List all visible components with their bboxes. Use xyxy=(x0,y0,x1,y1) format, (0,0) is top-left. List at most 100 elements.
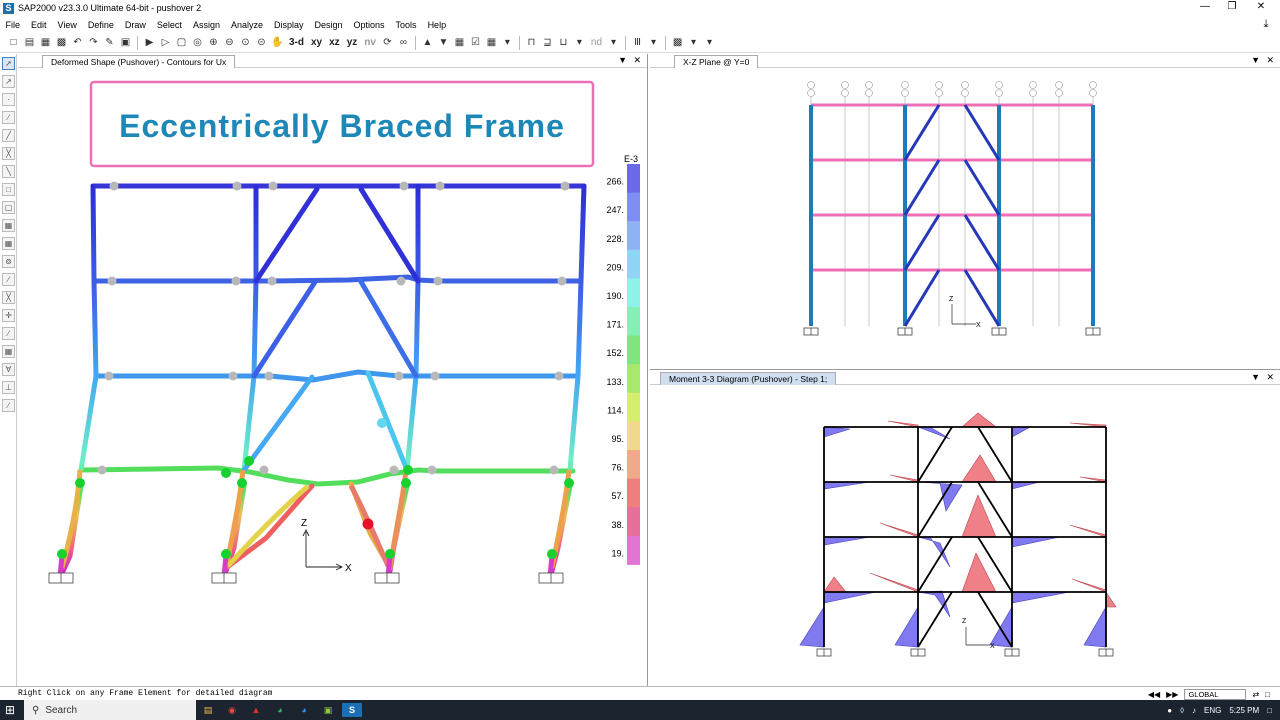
menu-analyze[interactable]: Analyze xyxy=(225,20,268,30)
perspective-icon[interactable]: ∞ xyxy=(396,35,411,50)
pan-icon[interactable]: ✋ xyxy=(270,35,285,50)
sap2000-taskbar-icon[interactable]: S xyxy=(342,703,362,717)
edge-icon[interactable]: ◕ xyxy=(270,703,290,717)
open-file-icon[interactable]: ▤ xyxy=(22,35,37,50)
network-icon[interactable]: ◊ xyxy=(1180,706,1184,715)
deformed-shape-canvas[interactable]: Eccentrically Braced Frame Z X E-3266.24… xyxy=(18,68,648,686)
frame-line-icon[interactable]: ⊒ xyxy=(540,35,555,50)
menu-view[interactable]: View xyxy=(52,20,82,30)
quick-draw-frame-icon[interactable]: ╱ xyxy=(2,129,15,142)
select-previous-icon[interactable]: ⊚ xyxy=(2,255,15,268)
zoom-restore-icon[interactable]: ◎ xyxy=(190,35,205,50)
intersecting-line-icon[interactable]: ╳ xyxy=(2,291,15,304)
nd-button[interactable]: nd xyxy=(588,35,605,50)
area-dropdown-icon[interactable]: ▾ xyxy=(686,35,701,50)
more-icon[interactable]: ▾ xyxy=(702,35,717,50)
bluetooth-icon[interactable]: ● xyxy=(1167,706,1172,715)
nd-dropdown-icon[interactable]: ▾ xyxy=(606,35,621,50)
frame-shape-icon[interactable]: ⊓ xyxy=(524,35,539,50)
draw-area-icon[interactable]: □ xyxy=(2,183,15,196)
tab-moment-diagram[interactable]: Moment 3-3 Diagram (Pushover) - Step 1; xyxy=(660,372,837,385)
snap-line-icon[interactable]: ∕ xyxy=(2,327,15,340)
step-icon[interactable]: ▷ xyxy=(158,35,173,50)
lock-icon[interactable]: ▣ xyxy=(118,35,133,50)
refresh-icon[interactable]: ✎ xyxy=(102,35,117,50)
menu-select[interactable]: Select xyxy=(151,20,187,30)
frame-dropdown-icon[interactable]: ▾ xyxy=(572,35,587,50)
grid-icon[interactable]: ▦ xyxy=(484,35,499,50)
draw-frame-icon[interactable]: ∕ xyxy=(2,111,15,124)
quick-area-icon[interactable]: ▦ xyxy=(2,219,15,232)
quick-draw-brace-icon[interactable]: ╲ xyxy=(2,165,15,178)
coord-system-select[interactable]: GLOBAL xyxy=(1184,689,1247,700)
view-xz-button[interactable]: xz xyxy=(326,35,343,50)
menu-edit[interactable]: Edit xyxy=(26,20,53,30)
menu-tools[interactable]: Tools xyxy=(390,20,422,30)
run-analysis-icon[interactable]: ▶ xyxy=(142,35,157,50)
clear-selection-icon[interactable]: ∕ xyxy=(2,273,15,286)
zoom-window-icon[interactable]: ▢ xyxy=(174,35,189,50)
tab-deformed-shape[interactable]: Deformed Shape (Pushover) - Contours for… xyxy=(42,55,236,68)
menu-options[interactable]: Options xyxy=(348,20,390,30)
panel-menu-icon[interactable]: ▼ xyxy=(618,54,627,67)
notification-icon[interactable]: □ xyxy=(1267,706,1272,715)
volume-icon[interactable]: ♪ xyxy=(1192,706,1196,715)
chrome-icon[interactable]: ◉ xyxy=(222,703,242,717)
pointer-icon[interactable]: ➚ xyxy=(2,57,15,70)
area-icon[interactable]: ▩ xyxy=(670,35,685,50)
zoom-in-icon[interactable]: ⊕ xyxy=(206,35,221,50)
snap-all-icon[interactable]: ∀ xyxy=(2,363,15,376)
menu-file[interactable]: File xyxy=(0,20,26,30)
move-down-icon[interactable]: ▼ xyxy=(436,35,451,50)
section-dropdown-icon[interactable]: ▾ xyxy=(646,35,661,50)
snap-joint-icon[interactable]: ✛ xyxy=(2,309,15,322)
file-explorer-icon[interactable]: ▤ xyxy=(198,703,218,717)
snap-midpoint-icon[interactable]: ∕ xyxy=(2,399,15,412)
clock[interactable]: 5:25 PM xyxy=(1229,706,1259,715)
language-indicator[interactable]: ENG xyxy=(1204,706,1221,715)
redo-icon[interactable]: ↷ xyxy=(86,35,101,50)
view-xy-button[interactable]: xy xyxy=(308,35,325,50)
draw-joint-icon[interactable]: · xyxy=(2,93,15,106)
menu-display[interactable]: Display xyxy=(268,20,309,30)
draw-brace-icon[interactable]: ╳ xyxy=(2,147,15,160)
undo-icon[interactable]: ↶ xyxy=(70,35,85,50)
rotate-icon[interactable]: ⟳ xyxy=(380,35,395,50)
new-file-icon[interactable]: □ xyxy=(6,35,21,50)
tab-xz-plane[interactable]: X-Z Plane @ Y=0 xyxy=(674,55,759,68)
view-3d-button[interactable]: 3-d xyxy=(286,35,307,50)
view-nv-button[interactable]: nv xyxy=(361,35,379,50)
draw-rect-area-icon[interactable]: ▢ xyxy=(2,201,15,214)
taskbar-search[interactable]: ⚲ Search xyxy=(24,700,196,720)
frame-brace-icon[interactable]: ⊔ xyxy=(556,35,571,50)
panel-close-icon[interactable]: ✕ xyxy=(1266,54,1274,67)
menu-help[interactable]: Help xyxy=(422,20,452,30)
dropdown-arrow-icon[interactable]: ▾ xyxy=(500,35,515,50)
save-icon[interactable]: ▦ xyxy=(38,35,53,50)
snap-grid-icon[interactable]: ▦ xyxy=(2,345,15,358)
snap-perpendicular-icon[interactable]: ⊥ xyxy=(2,381,15,394)
camtasia-icon[interactable]: ▣ xyxy=(318,703,338,717)
print-icon[interactable]: ▩ xyxy=(54,35,69,50)
section-i-icon[interactable]: Ⅲ xyxy=(630,35,645,50)
windows-start-icon[interactable]: ⊞ xyxy=(0,703,20,717)
panel-menu-icon[interactable]: ▼ xyxy=(1251,371,1260,384)
zoom-out-icon[interactable]: ⊖ xyxy=(222,35,237,50)
menu-assign[interactable]: Assign xyxy=(187,20,225,30)
zoom-fit-icon[interactable]: ⊙ xyxy=(238,35,253,50)
panel-close-icon[interactable]: ✕ xyxy=(1266,371,1274,384)
menu-draw[interactable]: Draw xyxy=(119,20,151,30)
edge-blue-icon[interactable]: ◕ xyxy=(294,703,314,717)
menu-design[interactable]: Design xyxy=(309,20,348,30)
menu-define[interactable]: Define xyxy=(82,20,119,30)
move-up-icon[interactable]: ▲ xyxy=(420,35,435,50)
view-yz-button[interactable]: yz xyxy=(344,35,361,50)
close-icon[interactable]: ✕ xyxy=(1244,0,1278,16)
zoom-step-icon[interactable]: ⊝ xyxy=(254,35,269,50)
download-icon[interactable]: ⤓ xyxy=(1258,18,1274,31)
select-all-icon[interactable]: ▦ xyxy=(2,237,15,250)
panel-close-icon[interactable]: ✕ xyxy=(633,54,641,67)
reshape-icon[interactable]: ↗ xyxy=(2,75,15,88)
moment-diagram-canvas[interactable]: Z X xyxy=(650,385,1280,686)
display-options-icon[interactable]: ▦ xyxy=(452,35,467,50)
